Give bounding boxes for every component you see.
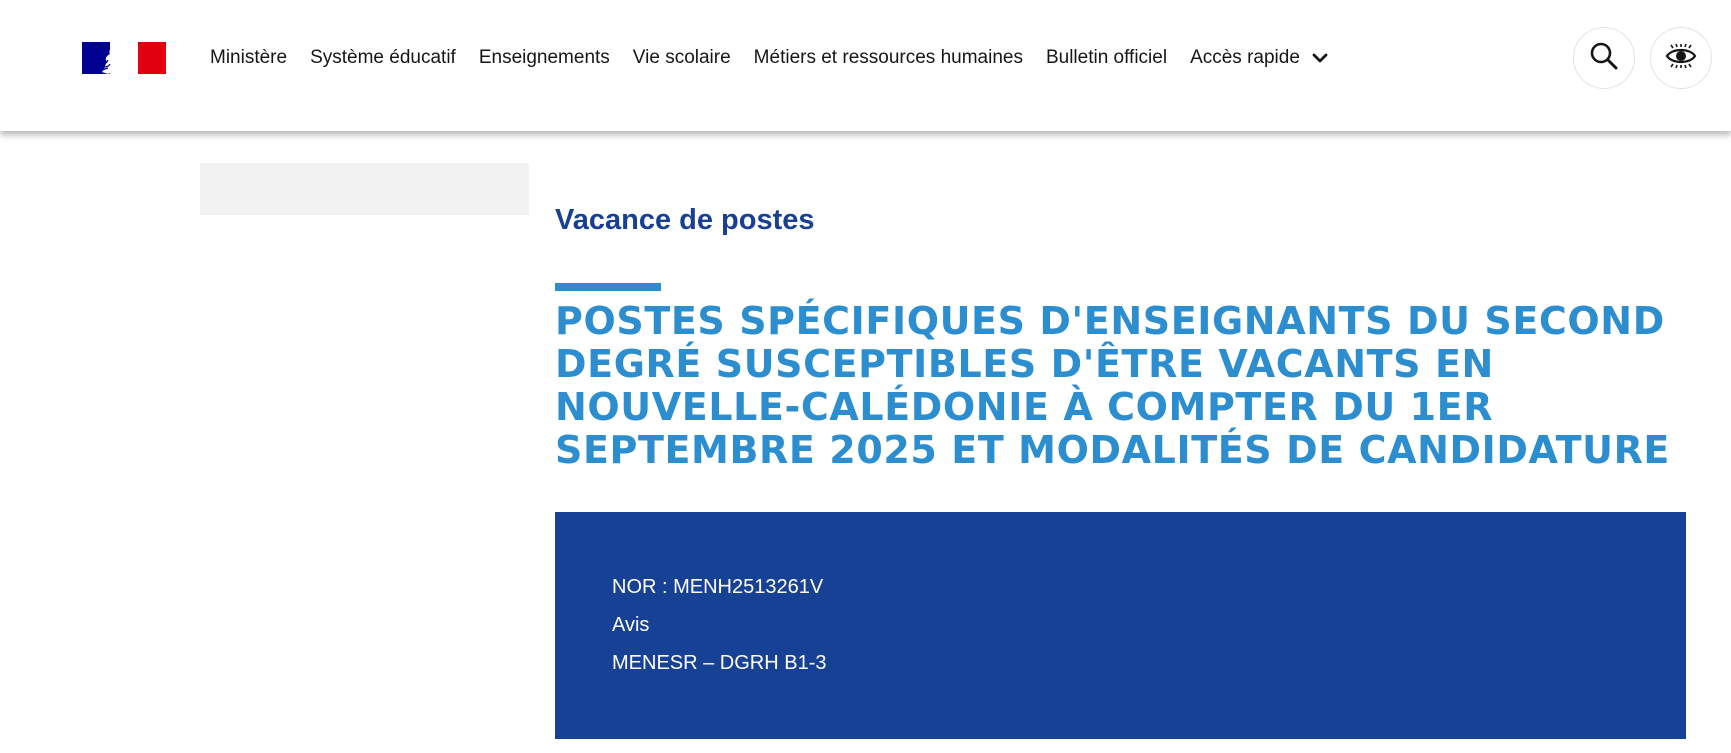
search-icon	[1589, 41, 1619, 76]
issuing-service: MENESR – DGRH B1-3	[612, 652, 827, 674]
nav-item-metiers-rh[interactable]: Métiers et ressources humaines	[754, 47, 1023, 69]
nav-item-label: Métiers et ressources humaines	[753, 47, 1023, 68]
nav-item-label: Bulletin officiel	[1045, 47, 1168, 68]
republique-francaise-logo[interactable]	[82, 42, 166, 74]
accessibility-button[interactable]	[1650, 27, 1712, 89]
nav-item-label: Ministère	[210, 47, 288, 68]
article-info-box: NOR : MENH2513261V Avis MENESR – DGRH B1…	[555, 512, 1686, 739]
nav-item-systeme-educatif[interactable]: Système éducatif	[310, 47, 456, 69]
article-title: Postes spécifiques d'enseignants du seco…	[555, 299, 1670, 472]
nav-item-label: Système éducatif	[310, 47, 456, 68]
chevron-down-icon	[1312, 53, 1328, 64]
article-type: Avis	[612, 614, 650, 636]
nav-item-bulletin-officiel[interactable]: Bulletin officiel	[1046, 47, 1167, 69]
nav-item-acces-rapide[interactable]: Accès rapide	[1190, 47, 1328, 69]
nor-reference: NOR : MENH2513261V	[612, 576, 824, 598]
eye-accessibility-icon	[1665, 43, 1697, 74]
nav-item-enseignements[interactable]: Enseignements	[479, 47, 610, 69]
site-header: Ministère Système éducatif Enseignements…	[0, 0, 1731, 131]
main-nav: Ministère Système éducatif Enseignements…	[210, 46, 1351, 70]
nav-item-label: Accès rapide	[1190, 47, 1300, 68]
nav-item-ministere[interactable]: Ministère	[210, 47, 287, 69]
nav-item-vie-scolaire[interactable]: Vie scolaire	[633, 47, 731, 69]
marianne-profile-icon	[97, 46, 123, 74]
nav-item-label: Vie scolaire	[632, 47, 731, 68]
sidebar-placeholder	[200, 163, 529, 215]
title-accent-rule	[555, 283, 661, 291]
article-category: Vacance de postes	[555, 204, 815, 236]
nav-item-label: Enseignements	[478, 47, 610, 68]
search-button[interactable]	[1573, 27, 1635, 89]
